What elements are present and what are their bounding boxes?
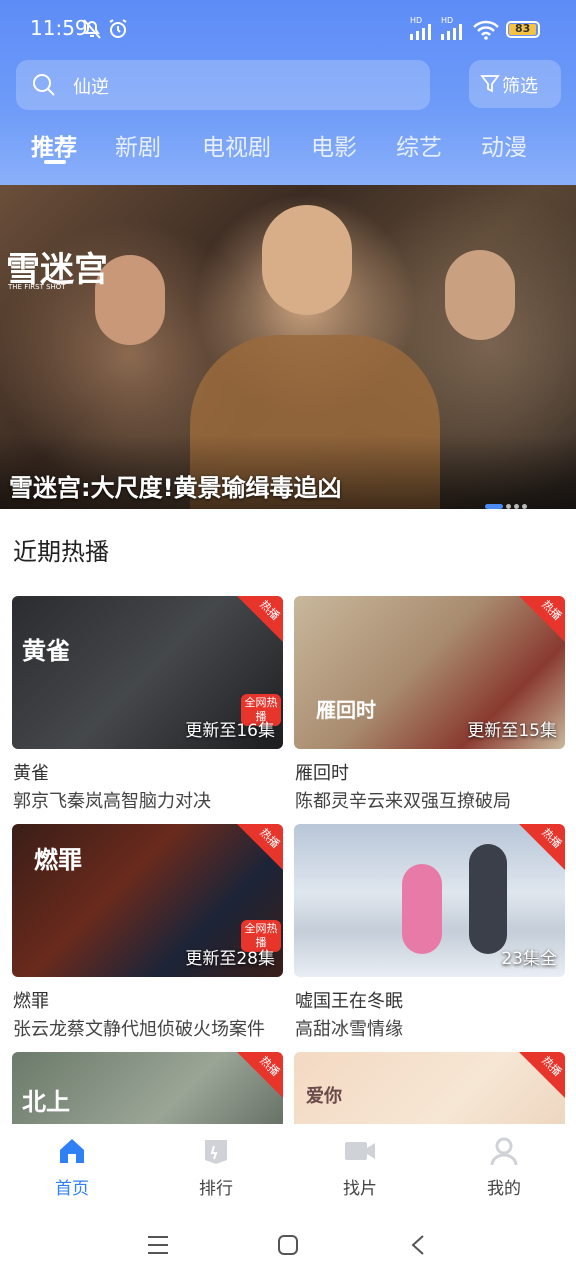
drama-poster: 北上 热播 — [12, 1052, 283, 1124]
banner-face — [262, 205, 352, 315]
drama-poster: 雁回时 热播 更新至15集 — [294, 596, 565, 749]
search-icon — [33, 74, 55, 96]
drama-poster: 热播 23集全 — [294, 824, 565, 977]
episode-count: 更新至16集 — [185, 721, 275, 741]
drama-description: 张云龙蔡文静代旭侦破火场案件 — [13, 1019, 265, 1040]
battery-level: 83 — [515, 22, 531, 35]
nav-find[interactable]: 找片 — [315, 1136, 405, 1199]
home-square-icon[interactable] — [277, 1234, 299, 1256]
banner-logo-sub: THE FIRST SHOT — [8, 283, 66, 291]
drama-description: 高甜冰雪情缘 — [295, 1019, 403, 1040]
drama-description: 陈都灵辛云来双强互撩破局 — [295, 791, 511, 812]
banner-face — [445, 250, 515, 340]
nav-label: 我的 — [487, 1179, 521, 1199]
search-input[interactable]: 仙逆 — [73, 73, 109, 99]
episode-count: 更新至28集 — [185, 949, 275, 969]
status-bar: 11:59 HD HD 83 — [0, 0, 576, 58]
poster-figure — [402, 864, 442, 954]
menu-icon[interactable] — [146, 1234, 170, 1256]
carousel-dot — [522, 504, 527, 509]
alarm-icon — [109, 19, 127, 38]
bottom-nav: 首页 排行 找片 我的 — [0, 1124, 576, 1210]
battery-icon: 83 — [506, 21, 540, 38]
back-icon[interactable] — [410, 1234, 426, 1256]
tab-new-drama[interactable]: 新剧 — [115, 128, 161, 162]
tab-movie[interactable]: 电影 — [311, 128, 357, 162]
tab-anime[interactable]: 动漫 — [481, 128, 527, 162]
poster-title: 燃罪 — [34, 845, 82, 874]
nav-label: 找片 — [343, 1179, 377, 1199]
episode-count: 23集全 — [501, 949, 557, 969]
tab-recommend[interactable]: 推荐 — [31, 128, 77, 162]
tab-tv-series[interactable]: 电视剧 — [202, 128, 271, 162]
banner-caption: 雪迷宫:大尺度!黄景瑜缉毒追凶 — [9, 474, 342, 502]
filter-label: 筛选 — [502, 76, 538, 97]
poster-title: 黄雀 — [22, 636, 70, 665]
drama-poster: 黄雀 热播 全网热播 更新至16集 — [12, 596, 283, 749]
signal-icon — [441, 24, 462, 40]
banner-carousel[interactable]: 雪迷宫 THE FIRST SHOT 雪迷宫:大尺度!黄景瑜缉毒追凶 — [0, 185, 576, 509]
filter-button[interactable]: 筛选 — [469, 60, 561, 108]
carousel-dot — [514, 504, 519, 509]
drama-name: 黄雀 — [13, 763, 49, 784]
poster-title: 爱你 — [306, 1086, 342, 1107]
nav-profile[interactable]: 我的 — [459, 1136, 549, 1199]
carousel-dot — [485, 504, 503, 509]
episode-count: 更新至15集 — [467, 721, 557, 741]
drama-poster: 爱你 热播 — [294, 1052, 565, 1124]
section-title: 近期热播 — [13, 538, 109, 566]
profile-icon — [490, 1137, 518, 1166]
drama-card[interactable]: 爱你 热播 — [294, 1052, 565, 1124]
drama-card[interactable]: 北上 热播 — [12, 1052, 283, 1124]
video-icon — [345, 1142, 375, 1160]
poster-figure — [469, 844, 507, 954]
drama-description: 郭京飞秦岚高智脑力对决 — [13, 791, 211, 812]
ranking-icon — [205, 1140, 227, 1164]
wifi-icon — [473, 20, 499, 40]
nav-label: 排行 — [199, 1179, 233, 1199]
status-time: 11:59 — [30, 16, 88, 40]
poster-title: 雁回时 — [316, 698, 376, 722]
home-icon — [60, 1139, 84, 1163]
signal-icon — [410, 24, 431, 40]
carousel-dots — [485, 494, 530, 509]
search-bar[interactable]: 仙逆 — [16, 60, 430, 110]
tab-variety[interactable]: 综艺 — [396, 128, 442, 162]
mute-icon — [83, 19, 101, 39]
header: 11:59 HD HD 83 仙逆 筛选 推荐 新剧 电视剧 电影 综艺 动漫 — [0, 0, 576, 185]
drama-name: 雁回时 — [295, 763, 349, 784]
category-tabs: 推荐 新剧 电视剧 电影 综艺 动漫 — [0, 122, 576, 172]
drama-name: 燃罪 — [13, 991, 49, 1012]
carousel-dot — [506, 504, 511, 509]
drama-name: 嘘国王在冬眠 — [295, 991, 403, 1012]
filter-icon — [480, 75, 500, 93]
drama-poster: 燃罪 热播 全网热播 更新至28集 — [12, 824, 283, 977]
poster-title: 北上 — [22, 1087, 70, 1116]
system-nav-bar — [0, 1210, 576, 1280]
nav-label: 首页 — [55, 1179, 89, 1199]
nav-ranking[interactable]: 排行 — [171, 1136, 261, 1199]
nav-home[interactable]: 首页 — [27, 1136, 117, 1199]
tab-indicator — [44, 160, 66, 164]
